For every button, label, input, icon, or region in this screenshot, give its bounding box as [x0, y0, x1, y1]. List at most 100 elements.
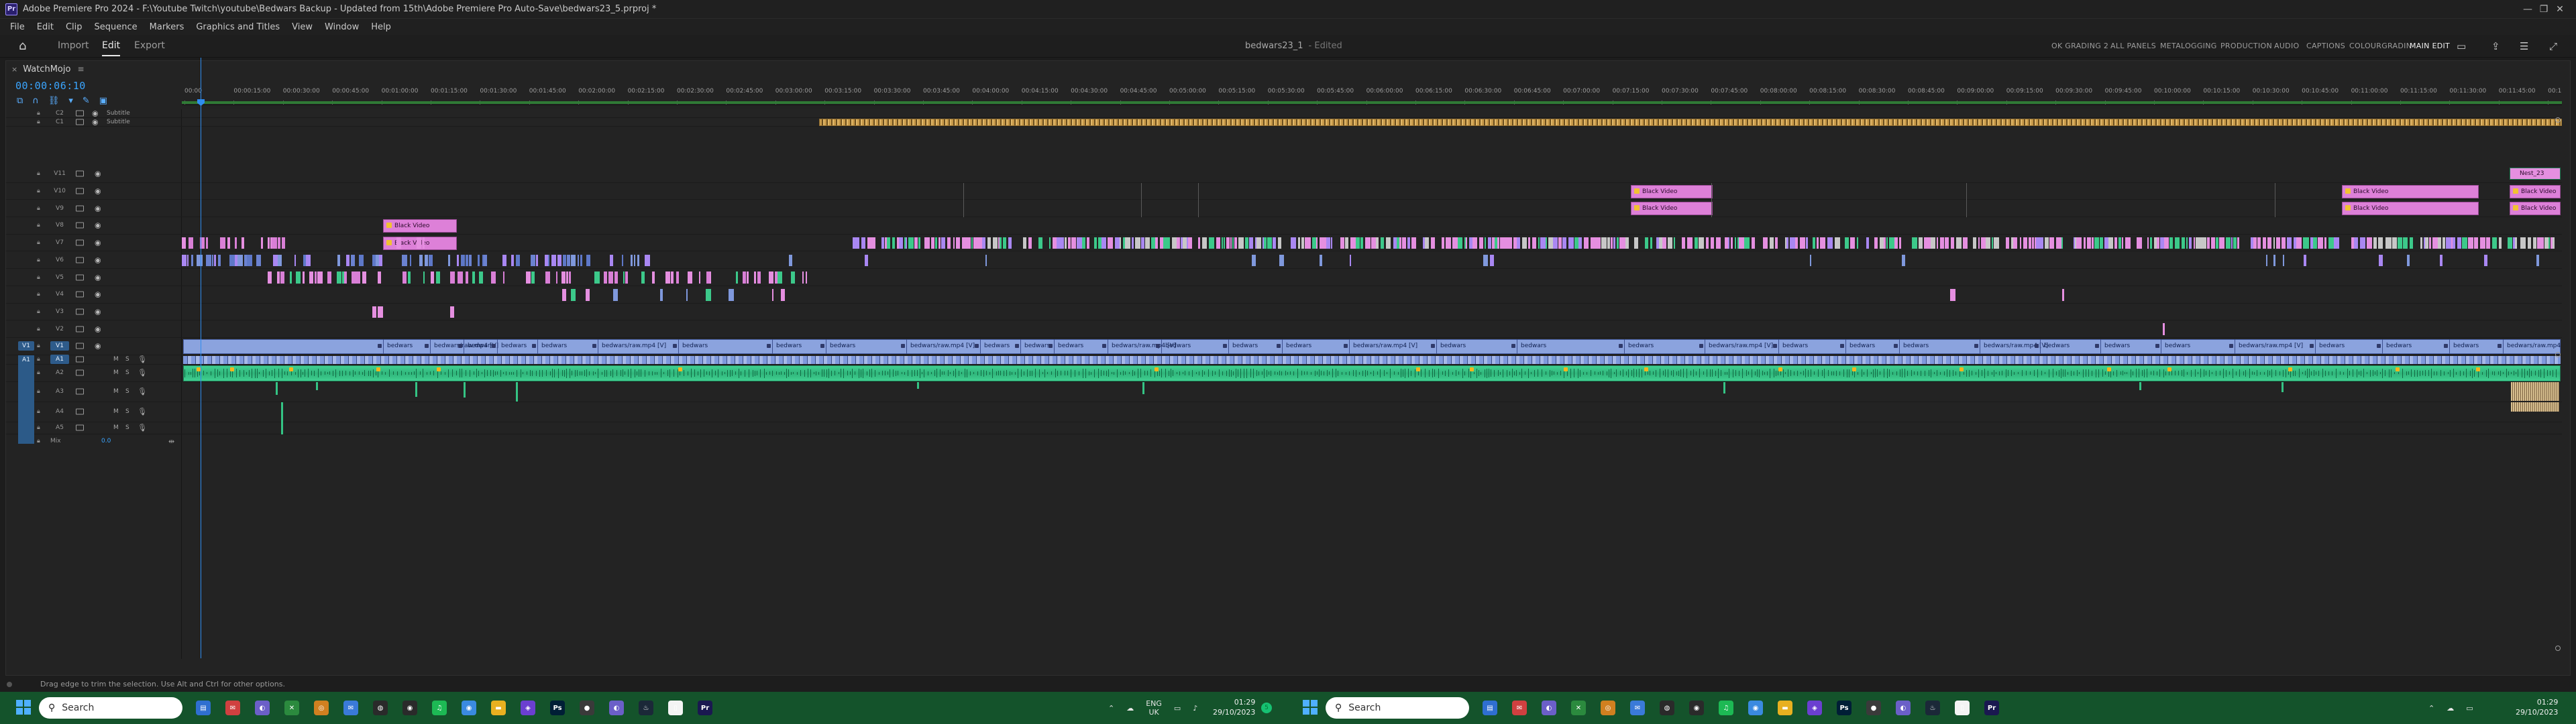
video-clip[interactable] — [1835, 237, 1840, 249]
video-clip[interactable] — [478, 254, 480, 267]
track-lock-icon[interactable]: 🔒︎ — [37, 274, 40, 281]
track-target-v8[interactable]: V8 — [50, 221, 69, 230]
video-clip[interactable] — [806, 272, 807, 284]
video-clip[interactable] — [1082, 237, 1085, 249]
video-clip[interactable] — [1278, 237, 1281, 249]
tab-edit[interactable]: Edit — [102, 40, 121, 56]
track-target-v2[interactable]: V2 — [50, 324, 69, 334]
video-clip[interactable] — [278, 254, 282, 267]
video-clip[interactable] — [2186, 237, 2188, 249]
video-clip[interactable] — [191, 254, 193, 267]
video-clip[interactable] — [871, 237, 875, 249]
eye-icon[interactable]: ◉ — [92, 109, 99, 118]
fullscreen-icon[interactable]: ⤢ — [2549, 40, 2557, 52]
video-clip[interactable] — [1466, 237, 1467, 249]
video-clip[interactable] — [278, 237, 280, 249]
video-clip[interactable] — [938, 237, 941, 249]
a3-audio-clip[interactable] — [316, 381, 318, 390]
taskbar-photoshop-icon[interactable]: Ps — [550, 701, 565, 715]
sync-lock-icon[interactable] — [76, 369, 84, 376]
video-clip[interactable] — [396, 237, 401, 249]
video-clip[interactable] — [423, 272, 425, 284]
taskbar-photoshop-icon[interactable]: Ps — [1837, 701, 1851, 715]
video-clip[interactable] — [2175, 237, 2180, 249]
video-clip[interactable] — [268, 237, 270, 249]
video-clip[interactable] — [280, 272, 284, 284]
video-clip[interactable] — [1517, 237, 1520, 249]
video-clip[interactable] — [2468, 237, 2473, 249]
video-clip[interactable] — [1077, 237, 1082, 249]
video-clip[interactable] — [1252, 254, 1256, 267]
mute-button[interactable]: M — [113, 424, 119, 431]
video-clip[interactable] — [1316, 237, 1318, 249]
a4-audio-clip[interactable] — [281, 402, 283, 434]
menu-view[interactable]: View — [286, 22, 319, 32]
video-clip[interactable] — [2084, 237, 2086, 249]
video-clip[interactable] — [1711, 237, 1714, 249]
video-clip[interactable] — [378, 306, 383, 318]
video-clip[interactable] — [229, 254, 235, 267]
video-clip[interactable] — [491, 272, 496, 284]
taskbar-clock-2[interactable]: 01:29 29/10/2023 — [2516, 697, 2558, 717]
video-clip[interactable] — [2150, 237, 2152, 249]
taskbar-discord-alt-icon[interactable]: ◐ — [609, 701, 624, 715]
video-clip[interactable] — [241, 237, 244, 249]
video-clip[interactable] — [2266, 254, 2267, 267]
video-clip[interactable] — [1886, 237, 1888, 249]
black-video-clip[interactable]: Black Video — [383, 219, 457, 233]
video-clip[interactable] — [479, 272, 483, 284]
video-clip[interactable] — [1381, 237, 1384, 249]
video-clip[interactable] — [710, 272, 711, 284]
taskbar-obs-icon[interactable]: ◎ — [314, 701, 329, 715]
video-clip[interactable] — [1411, 237, 1416, 249]
video-clip[interactable] — [1538, 237, 1540, 249]
video-clip[interactable] — [2045, 237, 2049, 249]
video-clip[interactable] — [1902, 254, 1905, 267]
video-clip[interactable] — [1458, 237, 1462, 249]
video-clip[interactable] — [206, 237, 208, 249]
taskbar-obs-studio-icon[interactable]: ● — [580, 701, 594, 715]
video-clip[interactable] — [2367, 237, 2372, 249]
video-clip[interactable] — [1613, 237, 1615, 249]
video-clip[interactable] — [1202, 237, 1207, 249]
video-clip[interactable] — [1668, 237, 1672, 249]
video-clip[interactable] — [2536, 254, 2539, 267]
video-clip[interactable] — [362, 272, 366, 284]
video-clip[interactable] — [1558, 237, 1562, 249]
video-clip[interactable] — [466, 254, 468, 267]
video-clip[interactable] — [1132, 237, 1134, 249]
video-clip[interactable] — [1857, 237, 1858, 249]
video-clip[interactable] — [1023, 237, 1026, 249]
video-clip[interactable] — [1874, 237, 1878, 249]
video-clip[interactable] — [1490, 254, 1494, 267]
video-clip[interactable] — [1452, 237, 1458, 249]
video-clip[interactable] — [425, 254, 428, 267]
video-clip[interactable] — [1301, 237, 1304, 249]
taskbar-discord-icon[interactable]: ◐ — [1542, 701, 1556, 715]
video-clip[interactable] — [769, 272, 773, 284]
video-clip[interactable] — [2354, 237, 2358, 249]
video-clip[interactable] — [2407, 254, 2410, 267]
video-clip[interactable] — [2462, 237, 2467, 249]
video-clip[interactable] — [1049, 237, 1051, 249]
video-clip[interactable] — [2276, 237, 2280, 249]
video-clip[interactable] — [1790, 237, 1795, 249]
video-clip[interactable] — [1224, 237, 1225, 249]
language-indicator[interactable]: ENG UK — [1146, 699, 1162, 717]
video-clip[interactable] — [261, 237, 263, 249]
video-clip[interactable] — [2438, 237, 2441, 249]
audio-keyframe[interactable] — [1564, 367, 1568, 371]
video-clip[interactable] — [2553, 237, 2555, 249]
video-clip[interactable] — [563, 254, 566, 267]
video-clip[interactable] — [1817, 237, 1819, 249]
video-clip[interactable] — [660, 288, 663, 301]
taskbar-folder-icon[interactable]: ▬ — [491, 701, 506, 715]
video-clip[interactable] — [1059, 237, 1064, 249]
taskbar-teams-icon[interactable]: ◈ — [521, 701, 535, 715]
video-clip[interactable] — [273, 254, 278, 267]
close-sequence-tab-icon[interactable]: × — [11, 65, 17, 74]
video-clip[interactable] — [2036, 237, 2041, 249]
video-clip[interactable] — [1739, 237, 1744, 249]
video-clip[interactable] — [1591, 237, 1596, 249]
video-clip[interactable] — [436, 272, 440, 284]
